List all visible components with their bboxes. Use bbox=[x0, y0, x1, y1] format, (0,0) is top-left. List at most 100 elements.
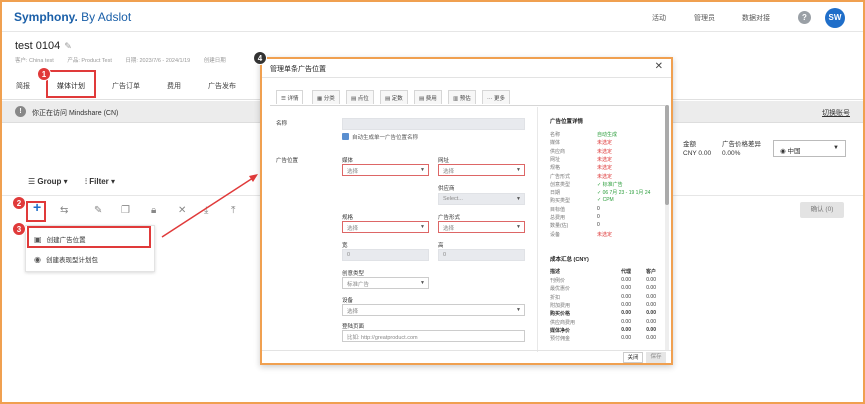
highlight-create-placement bbox=[27, 226, 151, 248]
tab-costs[interactable]: 费用 bbox=[167, 81, 181, 91]
summary-title: 广告位置详情 bbox=[550, 119, 584, 125]
tab-publishing[interactable]: 广告发布 bbox=[208, 81, 236, 91]
autogen-label: 自动生成单一广告位置名称 bbox=[352, 135, 419, 141]
nav-data-integration[interactable]: 数据对接 bbox=[742, 13, 770, 23]
filter-menu[interactable]: ⫶ Filter ▾ bbox=[85, 177, 115, 187]
landing-page-input[interactable]: 比如: http://greatproduct.com bbox=[342, 330, 525, 342]
autogen-checkbox[interactable] bbox=[342, 133, 349, 140]
cost-client: 0.00 bbox=[646, 301, 656, 308]
summary-value: 未选定 bbox=[597, 165, 613, 172]
summary-row: 日期 ✓ 06 7月 23 - 19 1月 24 bbox=[550, 189, 650, 197]
package-icon: ◉ bbox=[34, 255, 41, 264]
dialog-tab-cost[interactable]: ▤ 费用 bbox=[414, 90, 442, 104]
lock-icon[interactable]: 🔒︎ bbox=[151, 205, 156, 216]
media-select[interactable]: 选择 ▼ bbox=[342, 164, 429, 176]
summary-key: 日期 bbox=[550, 190, 561, 197]
dialog-tab-quota[interactable]: ▤ 定数 bbox=[380, 90, 408, 104]
dialog-tab-more[interactable]: ··· 更多 bbox=[482, 90, 511, 104]
dialog-tab-slots[interactable]: ▤ 点位 bbox=[346, 90, 374, 104]
create-package-item[interactable]: ◉ 创建表现型计划包 bbox=[34, 254, 98, 264]
cost-row: 最优惠价 0.00 0.00 bbox=[550, 285, 660, 292]
dialog-save-button[interactable]: 保存 bbox=[646, 352, 666, 363]
summary-key: 购买类型 bbox=[550, 198, 571, 205]
group-menu[interactable]: ☰ Group ▾ bbox=[28, 177, 68, 186]
summary-value: 自动生成 bbox=[597, 132, 618, 138]
cost-row: 媒体净价 0.00 0.00 bbox=[550, 327, 660, 334]
tab-brief[interactable]: 简报 bbox=[16, 81, 30, 91]
meta-date: 日期: 2023/7/6 - 2024/1/19 bbox=[125, 58, 191, 64]
dialog-title: 管理单条广告位置 bbox=[270, 66, 326, 73]
summary-value: 0 bbox=[597, 205, 600, 212]
spec-label: 规格 bbox=[342, 215, 354, 221]
height-input[interactable]: 0 bbox=[438, 249, 525, 261]
site-select[interactable]: 选择 ▼ bbox=[438, 164, 525, 176]
dialog-tab-details[interactable]: ☰ 详情 bbox=[276, 90, 304, 104]
summary-key: 目标值 bbox=[550, 206, 566, 213]
width-input[interactable]: 0 bbox=[342, 249, 429, 261]
summary-value: 未选定 bbox=[597, 140, 613, 147]
site-label: 网址 bbox=[438, 158, 450, 164]
summary-row: 目标值 0 bbox=[550, 206, 600, 213]
edit-pencil-icon[interactable]: ✎ bbox=[64, 41, 72, 51]
highlight-add bbox=[26, 201, 46, 222]
close-icon[interactable]: ✕ bbox=[655, 61, 663, 72]
dialog-close-button[interactable]: 关闭 bbox=[623, 352, 643, 363]
cost-agency: 0.00 bbox=[621, 285, 631, 292]
download-icon[interactable]: ⤓ bbox=[204, 205, 208, 216]
cost-agency: 0.00 bbox=[621, 293, 631, 300]
app-logo[interactable]: Symphony. By Adslot bbox=[14, 10, 131, 24]
name-input[interactable] bbox=[342, 118, 525, 130]
group-icon: ☰ bbox=[28, 177, 38, 186]
dialog-scrollbar[interactable] bbox=[665, 105, 669, 350]
info-icon: ! bbox=[15, 106, 26, 117]
nav-admin[interactable]: 管理员 bbox=[694, 13, 715, 23]
cost-label: 附加费用 bbox=[550, 302, 571, 309]
summary-row: 规格 未选定 bbox=[550, 164, 612, 171]
summary-key: 供应商 bbox=[550, 148, 566, 155]
cost-table-header: 描述 代理 客户 bbox=[550, 269, 656, 275]
cost-client: 0.00 bbox=[646, 326, 656, 333]
creative-type-label: 创意类型 bbox=[342, 271, 365, 277]
cost-label: 最优惠价 bbox=[550, 286, 571, 293]
page-title: test 0104 ✎ bbox=[15, 40, 72, 52]
delete-icon[interactable]: ✕ bbox=[178, 205, 186, 216]
tab-orders[interactable]: 广告订单 bbox=[112, 81, 140, 91]
summary-row: 媒体 未选定 bbox=[550, 139, 612, 146]
user-avatar[interactable]: SW bbox=[825, 8, 845, 28]
cost-label: 刊例价 bbox=[550, 278, 566, 284]
dialog-tab-category[interactable]: ▦ 分类 bbox=[312, 90, 340, 104]
cost-row: 附加费用 0.00 0.00 bbox=[550, 302, 660, 309]
step-badge-3: 3 bbox=[12, 222, 26, 236]
summary-value: ✓ 06 7月 23 - 19 1月 24 bbox=[597, 190, 651, 197]
device-select[interactable]: 选择 ▼ bbox=[342, 304, 525, 316]
adformat-select[interactable]: 选择 ▼ bbox=[438, 221, 525, 233]
summary-key: 创意类型 bbox=[550, 181, 571, 188]
summary-value: ✓ CPM bbox=[597, 197, 614, 204]
creative-type-select[interactable]: 标准广告 ▼ bbox=[342, 277, 429, 289]
cost-label: 预付佣金 bbox=[550, 336, 571, 343]
upload-icon[interactable]: ⤒ bbox=[231, 205, 235, 216]
summary-value: 未选定 bbox=[597, 231, 613, 238]
move-icon[interactable]: ⇆ bbox=[60, 205, 68, 216]
cost-summary-title: 成本汇总 (CNY) bbox=[550, 257, 589, 263]
supplier-select[interactable]: Select... ▼ bbox=[438, 193, 525, 205]
spec-select[interactable]: 选择 ▼ bbox=[342, 221, 429, 233]
switch-account-link[interactable]: 切换账号 bbox=[822, 108, 850, 118]
summary-key: 数量(估) bbox=[550, 223, 569, 230]
summary-row: 购买类型 ✓ CPM bbox=[550, 197, 614, 205]
copy-icon[interactable]: ❐ bbox=[121, 205, 130, 216]
cost-client: 0.00 bbox=[646, 318, 656, 325]
help-icon[interactable]: ? bbox=[798, 11, 811, 24]
nav-campaigns[interactable]: 活动 bbox=[652, 13, 666, 23]
placement-summary-panel: 广告位置详情 名称 自动生成 媒体 未选定 供应商 未选定 网址 未选定 规格 未选定 广告形式 未选… bbox=[537, 107, 665, 352]
edit-icon[interactable]: ✎ bbox=[94, 205, 102, 216]
summary-row: 供应商 未选定 bbox=[550, 148, 612, 155]
summary-value: 0 bbox=[597, 214, 600, 220]
summary-value: ✓ 标准广告 bbox=[597, 181, 623, 188]
confirm-button[interactable]: 确认 (0) bbox=[800, 202, 844, 218]
cost-agency: 0.00 bbox=[621, 301, 631, 308]
country-select[interactable]: ◉ 中国 ▼ bbox=[773, 140, 846, 157]
dialog-tab-estimate[interactable]: ▥ 预估 bbox=[448, 90, 476, 104]
summary-value: 0 bbox=[597, 222, 600, 229]
cost-row: 刊例价 0.00 0.00 bbox=[550, 277, 660, 284]
